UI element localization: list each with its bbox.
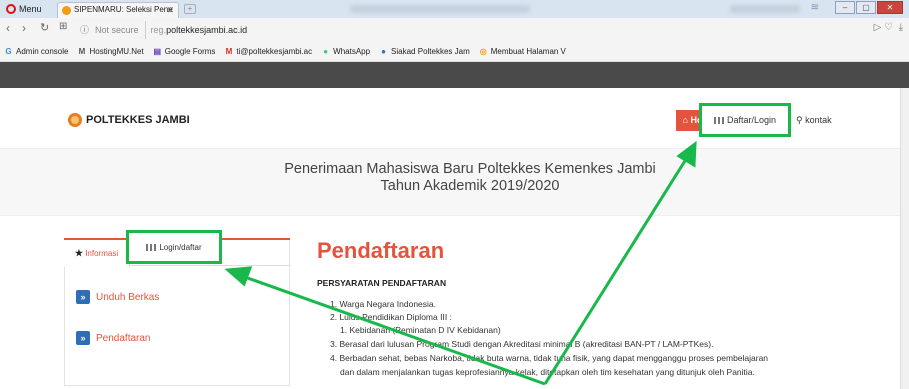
banner-title: Penerimaan Mahasiswa Baru Poltekkes Keme… [284,161,656,177]
minimize-button[interactable]: – [835,1,855,14]
tab-login-label: Login/daftar [159,242,202,252]
gmail-icon: M [225,47,233,56]
content-title: Pendaftaran [317,238,445,263]
back-button[interactable]: ‹ [6,21,10,35]
top-dark-strip [0,62,909,88]
info-icon[interactable]: ⓘ [80,21,89,39]
site-logo[interactable]: POLTEKKES JAMBI [68,113,190,127]
nav-kontak-label: kontak [805,115,832,125]
content-subtitle: PERSYARATAN PENDAFTARAN [317,278,447,288]
requirement-item: 2. Lulus Pendidikan Diploma III : [330,312,452,322]
opera-logo-icon [6,4,16,14]
bookmark-item[interactable]: Mti@poltekkesjambi.ac [224,47,313,56]
requirement-item: 4. Berbadan sehat, bebas Narkoba, tidak … [330,353,769,363]
requirement-item: 1. Warga Negara Indonesia. [330,299,436,309]
close-tab-icon[interactable]: ✕ [166,3,174,17]
sidebar-item-pendaftaran[interactable]: » Pendaftaran [76,329,276,347]
nav-kontak-link[interactable]: ⚲ kontak [796,110,832,131]
requirement-item-continued: dan dalam menjalankan tugas keprofesiann… [340,367,755,377]
poltekkes-logo-icon [68,113,82,127]
bookmark-label: Siakad Poltekkes Jam [391,47,470,56]
bookmark-label: WhatsApp [333,47,371,56]
tab-informasi[interactable]: ★ Informasi [64,240,130,267]
address-bar-row: ‹ › ↻ ⊞ ⓘ Not secure reg. poltekkesjambi… [0,18,909,42]
map-marker-icon: ⚲ [796,115,803,125]
bookmark-item[interactable]: ◎ Membuat Halaman V [479,47,566,56]
window-controls: – ▢ ✕ [835,1,903,14]
maximize-button[interactable]: ▢ [856,1,876,14]
browser-menu-label: Menu [19,4,42,14]
browser-tab[interactable]: SIPENMARU: Seleksi Pene ✕ [57,2,179,18]
url-prefix: reg. [150,25,167,35]
requirement-item: 3. Berasal dari lulusan Program Studi de… [330,339,714,349]
google-g-icon: G [5,47,12,56]
network-icon: ≋ [810,2,819,13]
google-forms-icon: ▤ [153,47,162,56]
close-window-button[interactable]: ✕ [877,1,903,14]
page-body: POLTEKKES JAMBI ⌂ Home Daftar/Login ⚲ ko… [0,88,900,389]
nav-login-label: Daftar/Login [726,115,777,125]
forward-button[interactable]: › [22,21,26,35]
blurred-window-title [350,5,530,13]
list-icon [713,116,724,124]
url-host: poltekkesjambi.ac.id [166,25,248,35]
site-logo-text: POLTEKKES JAMBI [86,114,190,126]
page-icon: ◎ [479,47,487,56]
sidebar-item-label: Pendaftaran [96,332,151,344]
bookmark-item[interactable]: ● WhatsApp [321,47,370,56]
tab-informasi-label: Informasi [85,249,119,258]
star-icon: ★ [74,248,83,258]
chevron-right-icon: » [76,290,90,304]
new-tab-button[interactable]: + [184,4,196,14]
page-banner: Penerimaan Mahasiswa Baru Poltekkes Keme… [0,148,900,216]
browser-menu-button[interactable]: Menu [2,2,46,16]
bookmark-label: HostingMU.Net [89,47,144,56]
browser-tab-title: SIPENMARU: Seleksi Pene [74,5,173,14]
page-scrollbar[interactable] [900,88,909,389]
chevron-right-icon: » [76,331,90,345]
bookmark-item[interactable]: ▤ Google Forms [153,47,216,56]
list-icon [146,243,157,251]
tab-login-daftar[interactable]: Login/daftar [126,230,222,264]
banner-subtitle: Tahun Akademik 2019/2020 [380,178,560,194]
whatsapp-icon: ● [323,47,329,56]
requirement-subitem: 1. Kebidanan (Peminatan D IV Kebidanan) [340,325,501,335]
reload-icon[interactable]: ↻ [40,21,49,34]
bookmark-item[interactable]: ● Siakad Poltekkes Jam [379,47,470,56]
browser-tab-bar: Menu SIPENMARU: Seleksi Pene ✕ + ≋ – ▢ ✕ [0,0,909,18]
bookmark-label: Admin console [16,47,69,56]
site-favicon-icon [62,6,71,15]
speed-dial-icon[interactable]: ⊞ [59,21,67,32]
home-icon: ⌂ [682,115,688,125]
siakad-icon: ● [381,47,386,56]
bookmark-heart-icon[interactable]: ▷ ♡ ⤓ [874,22,903,33]
hostingmu-icon: M [78,47,86,56]
not-secure-label: Not secure [95,21,146,39]
nav-daftar-login-link[interactable]: Daftar/Login [699,103,791,137]
bookmark-label: Google Forms [164,47,216,56]
bookmark-label: Membuat Halaman V [490,47,566,56]
bookmark-label: ti@poltekkesjambi.ac [236,47,313,56]
url-field[interactable]: ⓘ Not secure reg. poltekkesjambi.ac.id [80,21,880,39]
sidebar-item-label: Unduh Berkas [96,291,160,303]
bookmark-item[interactable]: G Admin console [4,47,68,56]
sidebar-item-unduh-berkas[interactable]: » Unduh Berkas [76,288,276,306]
bookmarks-bar: G Admin console M HostingMU.Net ▤ Google Form… [0,42,909,62]
blurred-user-name [730,5,800,13]
sidebar-tabs: ★ Informasi Login/daftar [64,230,290,267]
bookmark-item[interactable]: M HostingMU.Net [77,47,144,56]
